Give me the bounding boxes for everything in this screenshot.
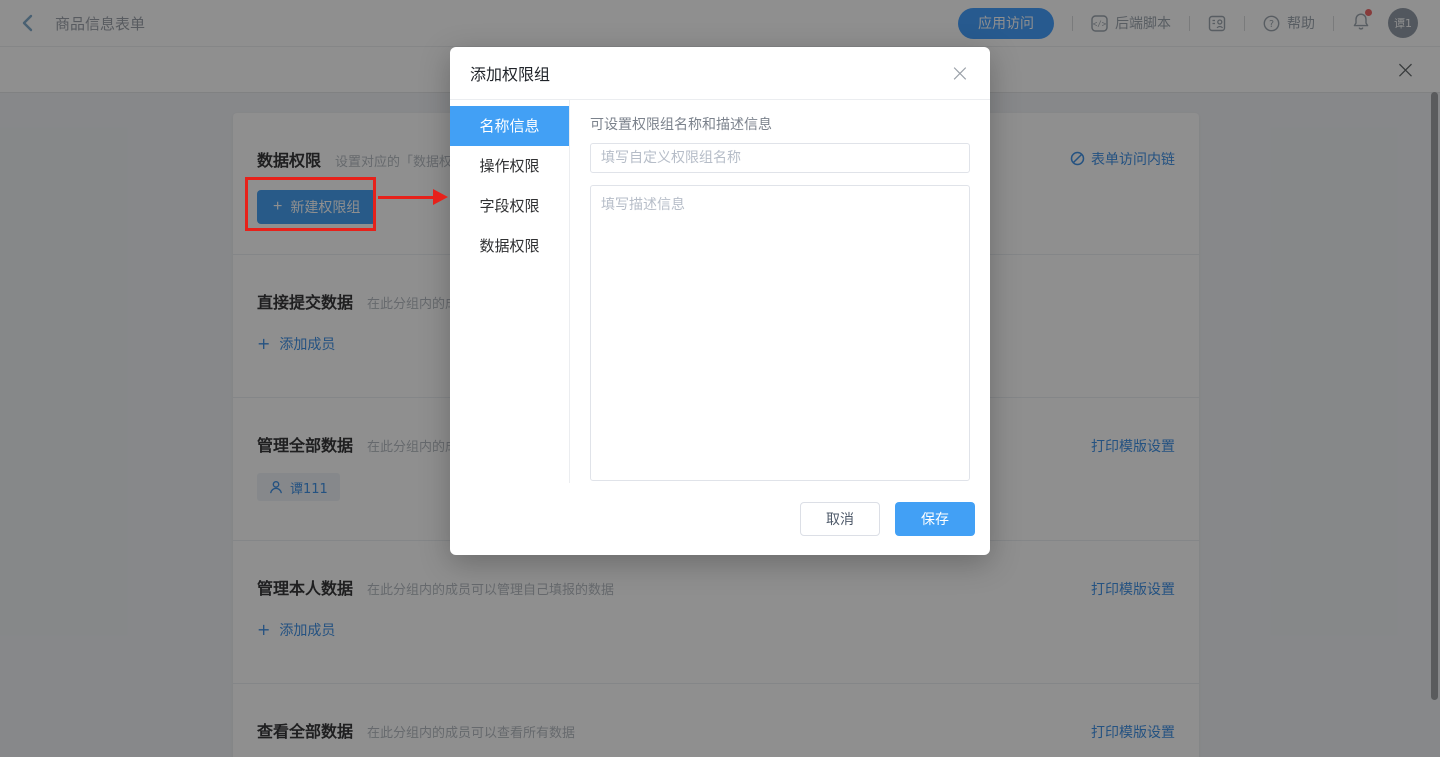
modal-close-icon[interactable]: × [950,61,970,85]
modal-header: 添加权限组 × [450,47,990,100]
modal-footer: 取消 保存 [450,483,990,555]
save-button[interactable]: 保存 [895,502,975,536]
modal-title: 添加权限组 [470,61,550,85]
modal-form: 可设置权限组名称和描述信息 [570,100,990,483]
tab-field-permission[interactable]: 字段权限 [450,186,569,226]
tab-data-permission[interactable]: 数据权限 [450,226,569,266]
group-name-input[interactable] [590,143,970,173]
modal-tabs: 名称信息 操作权限 字段权限 数据权限 [450,100,570,483]
tab-name-info[interactable]: 名称信息 [450,106,569,146]
cancel-button[interactable]: 取消 [800,502,880,536]
form-hint-label: 可设置权限组名称和描述信息 [590,114,970,134]
group-description-textarea[interactable] [590,185,970,481]
modal-body: 名称信息 操作权限 字段权限 数据权限 可设置权限组名称和描述信息 [450,100,990,483]
add-permission-group-modal: 添加权限组 × 名称信息 操作权限 字段权限 数据权限 可设置权限组名称和描述信… [450,47,990,555]
tab-operation-permission[interactable]: 操作权限 [450,146,569,186]
